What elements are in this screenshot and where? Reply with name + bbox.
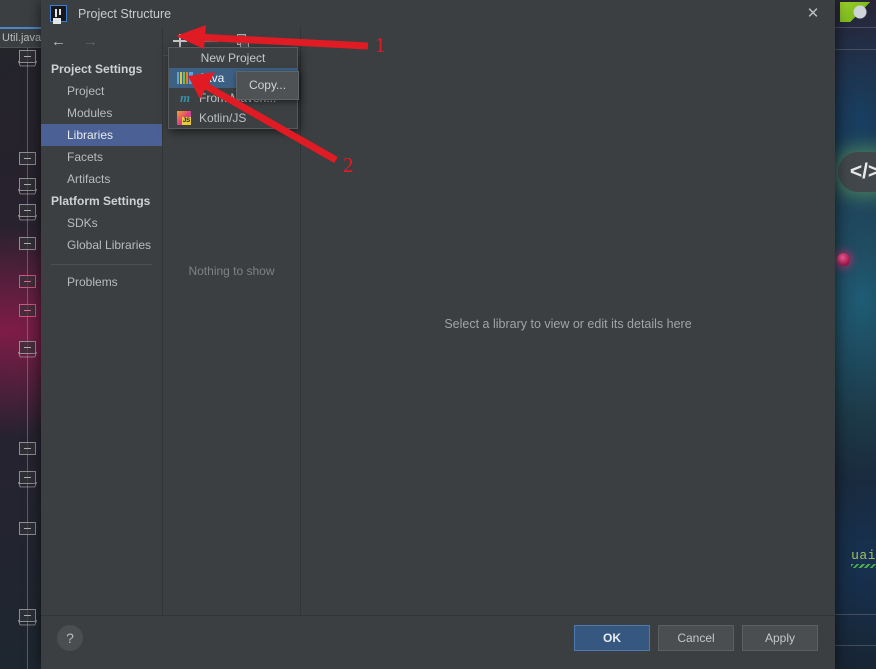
copy-tooltip: Copy... bbox=[236, 71, 299, 100]
libraries-list-panel: Nothing to show New Project Java m From … bbox=[163, 27, 301, 616]
apply-button[interactable]: Apply bbox=[742, 625, 818, 651]
sidebar-divider bbox=[51, 264, 152, 265]
ok-button[interactable]: OK bbox=[574, 625, 650, 651]
popup-menu-item-label: Java bbox=[199, 71, 225, 85]
decorative-glow bbox=[837, 253, 850, 266]
code-fold-marker[interactable] bbox=[19, 341, 36, 354]
code-fold-marker[interactable] bbox=[19, 237, 36, 250]
panel-divider bbox=[834, 645, 876, 646]
editor-tab-label: Util.java bbox=[2, 32, 42, 44]
code-fold-marker[interactable] bbox=[19, 304, 36, 317]
sidebar-navigation-toolbar: ← → bbox=[41, 27, 162, 55]
popup-menu-item-kotlin-js[interactable]: Kotlin/JS bbox=[169, 108, 297, 128]
sidebar-item-artifacts[interactable]: Artifacts bbox=[41, 168, 162, 190]
dialog-titlebar: Project Structure ✕ bbox=[41, 0, 835, 27]
panel-divider bbox=[834, 614, 876, 615]
settings-sidebar: ← → Project Settings Project Modules Lib… bbox=[41, 27, 163, 616]
panel-divider bbox=[834, 27, 876, 28]
editor-left-strip: Util.java bbox=[0, 0, 44, 669]
dialog-title: Project Structure bbox=[78, 6, 172, 21]
sidebar-list: Project Settings Project Modules Librari… bbox=[41, 55, 162, 293]
cancel-button[interactable]: Cancel bbox=[658, 625, 734, 651]
editor-right-strip: </> uai bbox=[834, 0, 876, 669]
libraries-list-body: Nothing to show bbox=[163, 56, 300, 616]
intellij-idea-logo-icon bbox=[50, 5, 67, 22]
code-fold-marker[interactable] bbox=[19, 204, 36, 217]
dialog-body: ← → Project Settings Project Modules Lib… bbox=[41, 27, 835, 616]
sidebar-group-platform-settings: Platform Settings bbox=[51, 194, 151, 208]
editor-code-text: uai bbox=[851, 548, 876, 563]
decorative-sprite-icon bbox=[840, 2, 870, 22]
code-fold-marker[interactable] bbox=[19, 275, 36, 288]
editor-toolbar-strip bbox=[0, 0, 44, 27]
project-structure-dialog: Project Structure ✕ ← → Project Settings… bbox=[41, 0, 835, 669]
code-fold-marker[interactable] bbox=[19, 152, 36, 165]
code-fold-marker[interactable] bbox=[19, 178, 36, 191]
java-library-icon bbox=[177, 71, 193, 85]
sidebar-item-libraries[interactable]: Libraries bbox=[41, 124, 162, 146]
sidebar-item-facets[interactable]: Facets bbox=[41, 146, 162, 168]
sidebar-group-project-settings: Project Settings bbox=[51, 62, 143, 76]
sidebar-item-modules[interactable]: Modules bbox=[41, 102, 162, 124]
editor-code-fragment: uai bbox=[851, 548, 876, 568]
editor-tab[interactable]: Util.java bbox=[0, 27, 44, 48]
sidebar-item-project[interactable]: Project bbox=[41, 80, 162, 102]
code-fold-marker[interactable] bbox=[19, 609, 36, 622]
editor-gutter bbox=[0, 48, 44, 669]
library-detail-panel: Select a library to view or edit its det… bbox=[301, 27, 835, 616]
popup-menu-item-label: Kotlin/JS bbox=[199, 111, 247, 125]
arrow-left-icon[interactable]: ← bbox=[51, 34, 66, 49]
arrow-right-icon[interactable]: → bbox=[83, 34, 98, 49]
maven-icon: m bbox=[179, 90, 191, 105]
code-fold-marker[interactable] bbox=[19, 522, 36, 535]
panel-divider bbox=[834, 49, 876, 50]
detail-placeholder-message: Select a library to view or edit its det… bbox=[444, 317, 692, 331]
sidebar-item-problems[interactable]: Problems bbox=[41, 271, 162, 293]
footer-button-group: OK Cancel Apply bbox=[574, 625, 818, 651]
gutter-indent-line bbox=[27, 48, 28, 669]
inspection-squiggle bbox=[851, 564, 876, 568]
code-badge-icon: </> bbox=[838, 152, 876, 192]
code-fold-marker[interactable] bbox=[19, 471, 36, 484]
close-icon[interactable]: ✕ bbox=[799, 4, 827, 24]
dialog-footer: ? OK Cancel Apply bbox=[41, 615, 835, 669]
help-button[interactable]: ? bbox=[57, 625, 83, 651]
popup-menu-header: New Project bbox=[200, 51, 266, 65]
code-fold-marker[interactable] bbox=[19, 442, 36, 455]
sidebar-item-sdks[interactable]: SDKs bbox=[41, 212, 162, 234]
sidebar-item-global-libraries[interactable]: Global Libraries bbox=[41, 234, 162, 256]
kotlin-js-icon bbox=[177, 111, 193, 125]
code-fold-marker[interactable] bbox=[19, 50, 36, 63]
empty-state-message: Nothing to show bbox=[188, 264, 275, 278]
